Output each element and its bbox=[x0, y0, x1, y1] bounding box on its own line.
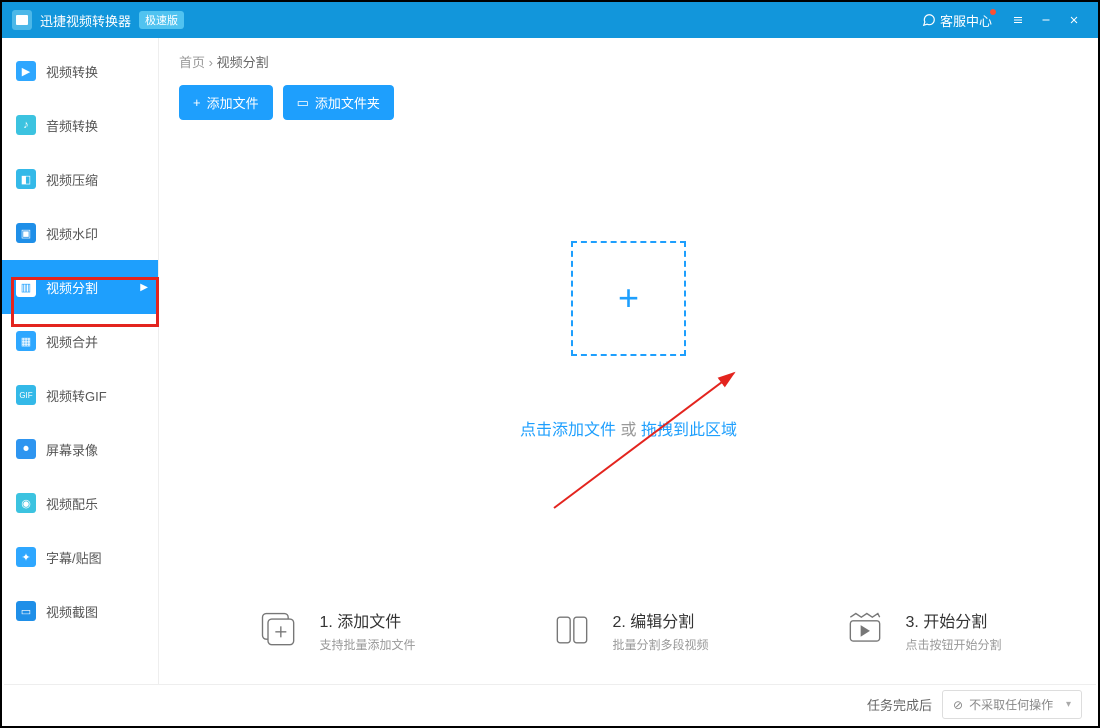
add-file-label: 添加文件 bbox=[207, 93, 259, 112]
sidebar-item-label: 音频转换 bbox=[46, 116, 98, 135]
step-2: 2. 编辑分割 批量分割多段视频 bbox=[548, 606, 708, 654]
sidebar-item-label: 视频转换 bbox=[46, 62, 98, 81]
video-music-icon: ◉ bbox=[16, 493, 36, 513]
select-value: 不采取任何操作 bbox=[969, 696, 1053, 713]
sidebar-item-label: 视频合并 bbox=[46, 332, 98, 351]
sidebar-item-video-convert[interactable]: ▶ 视频转换 bbox=[2, 44, 158, 98]
subtitle-icon: ✦ bbox=[16, 547, 36, 567]
chevron-down-icon: ▾ bbox=[1066, 699, 1071, 710]
sidebar-item-label: 视频压缩 bbox=[46, 170, 98, 189]
step-title: 3. 开始分割 bbox=[905, 608, 1001, 632]
minimize-button[interactable] bbox=[1032, 6, 1060, 34]
step-subtitle: 支持批量添加文件 bbox=[319, 636, 415, 653]
drop-box[interactable]: + bbox=[571, 241, 686, 356]
add-folder-label: 添加文件夹 bbox=[315, 93, 380, 112]
step-add-file-icon bbox=[255, 606, 303, 654]
add-folder-button[interactable]: ▭ 添加文件夹 bbox=[283, 85, 394, 120]
close-icon bbox=[1068, 14, 1080, 26]
audio-convert-icon: ♪ bbox=[16, 115, 36, 135]
sidebar-item-label: 屏幕录像 bbox=[46, 440, 98, 459]
menu-button[interactable] bbox=[1004, 6, 1032, 34]
support-center-button[interactable]: 客服中心 bbox=[922, 11, 992, 30]
sidebar-item-label: 视频分割 bbox=[46, 278, 98, 297]
sidebar-item-video-compress[interactable]: ◧ 视频压缩 bbox=[2, 152, 158, 206]
video-convert-icon: ▶ bbox=[16, 61, 36, 81]
footer-label: 任务完成后 bbox=[867, 695, 932, 714]
edition-badge: 极速版 bbox=[139, 11, 184, 29]
or-text: 或 bbox=[616, 422, 641, 439]
sidebar-item-audio-convert[interactable]: ♪ 音频转换 bbox=[2, 98, 158, 152]
no-action-icon: ⊘ bbox=[953, 698, 963, 712]
drop-hint-text: 点击添加文件 或 拖拽到此区域 bbox=[520, 416, 737, 440]
after-task-action-select[interactable]: ⊘ 不采取任何操作 ▾ bbox=[942, 690, 1082, 719]
step-1: 1. 添加文件 支持批量添加文件 bbox=[255, 606, 415, 654]
sidebar-item-video-watermark[interactable]: ▣ 视频水印 bbox=[2, 206, 158, 260]
sidebar-item-screen-record[interactable]: ⏺ 屏幕录像 bbox=[2, 422, 158, 476]
step-subtitle: 批量分割多段视频 bbox=[612, 636, 708, 653]
video-watermark-icon: ▣ bbox=[16, 223, 36, 243]
sidebar-item-label: 字幕/贴图 bbox=[46, 548, 102, 567]
close-button[interactable] bbox=[1060, 6, 1088, 34]
step-edit-split-icon bbox=[548, 606, 596, 654]
screenshot-icon: ▭ bbox=[16, 601, 36, 621]
step-title: 1. 添加文件 bbox=[319, 608, 415, 632]
sidebar-item-video-music[interactable]: ◉ 视频配乐 bbox=[2, 476, 158, 530]
sidebar: ▶ 视频转换 ♪ 音频转换 ◧ 视频压缩 ▣ 视频水印 ▥ 视频分割 ▶ ▦ bbox=[2, 38, 158, 684]
screen-record-icon: ⏺ bbox=[16, 439, 36, 459]
sidebar-item-label: 视频配乐 bbox=[46, 494, 98, 513]
chevron-right-icon: ▶ bbox=[140, 282, 148, 293]
sidebar-item-label: 视频转GIF bbox=[46, 386, 107, 405]
app-title: 迅捷视频转换器 bbox=[40, 11, 131, 30]
video-merge-icon: ▦ bbox=[16, 331, 36, 351]
steps-row: 1. 添加文件 支持批量添加文件 2. 编辑分割 批量分割多段视频 bbox=[159, 586, 1098, 684]
footer-bar: 任务完成后 ⊘ 不采取任何操作 ▾ bbox=[4, 684, 1096, 724]
step-subtitle: 点击按钮开始分割 bbox=[905, 636, 1001, 653]
step-3: 3. 开始分割 点击按钮开始分割 bbox=[841, 606, 1001, 654]
breadcrumb-current: 视频分割 bbox=[217, 55, 269, 70]
step-start-split-icon bbox=[841, 606, 889, 654]
add-file-button[interactable]: + 添加文件 bbox=[179, 85, 273, 120]
sidebar-item-video-merge[interactable]: ▦ 视频合并 bbox=[2, 314, 158, 368]
drag-here-link[interactable]: 拖拽到此区域 bbox=[641, 422, 737, 439]
notification-dot-icon bbox=[990, 9, 996, 15]
video-compress-icon: ◧ bbox=[16, 169, 36, 189]
minimize-icon bbox=[1040, 14, 1052, 26]
plus-large-icon: + bbox=[618, 277, 639, 319]
step-title: 2. 编辑分割 bbox=[612, 608, 708, 632]
hamburger-icon bbox=[1012, 14, 1024, 26]
plus-icon: + bbox=[193, 95, 201, 110]
titlebar: 迅捷视频转换器 极速版 客服中心 bbox=[2, 2, 1098, 38]
main-panel: 首页 › 视频分割 + 添加文件 ▭ 添加文件夹 + 点击添加 bbox=[158, 38, 1098, 684]
gif-icon: GIF bbox=[16, 385, 36, 405]
sidebar-item-video-to-gif[interactable]: GIF 视频转GIF bbox=[2, 368, 158, 422]
support-label: 客服中心 bbox=[940, 11, 992, 30]
sidebar-item-label: 视频截图 bbox=[46, 602, 98, 621]
toolbar: + 添加文件 ▭ 添加文件夹 bbox=[159, 81, 1098, 134]
drop-area[interactable]: + 点击添加文件 或 拖拽到此区域 bbox=[159, 134, 1098, 586]
breadcrumb-separator: › bbox=[209, 55, 213, 70]
breadcrumb-home[interactable]: 首页 bbox=[179, 55, 205, 70]
sidebar-item-video-split[interactable]: ▥ 视频分割 ▶ bbox=[2, 260, 158, 314]
app-logo-icon bbox=[12, 10, 32, 30]
click-add-link[interactable]: 点击添加文件 bbox=[520, 422, 616, 439]
sidebar-item-video-screenshot[interactable]: ▭ 视频截图 bbox=[2, 584, 158, 638]
video-split-icon: ▥ bbox=[16, 277, 36, 297]
folder-icon: ▭ bbox=[297, 95, 309, 111]
sidebar-item-label: 视频水印 bbox=[46, 224, 98, 243]
breadcrumb: 首页 › 视频分割 bbox=[159, 38, 1098, 81]
sidebar-item-subtitle-sticker[interactable]: ✦ 字幕/贴图 bbox=[2, 530, 158, 584]
chat-icon bbox=[922, 13, 936, 27]
